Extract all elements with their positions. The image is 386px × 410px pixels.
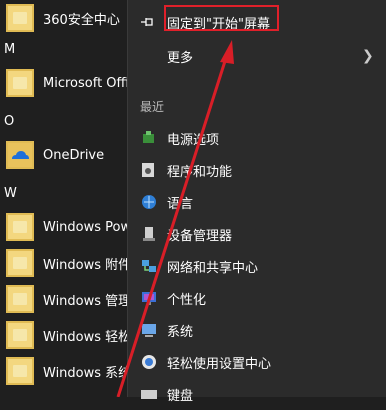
onedrive-icon (6, 141, 34, 169)
app-tile-icon (6, 69, 34, 97)
more-label: 更多 (167, 50, 194, 66)
app-item-label: Windows 管理 (43, 293, 127, 309)
app-item-label: Windows 附件 (43, 257, 127, 273)
recent-item-label: 网络和共享中心 (167, 260, 259, 276)
recent-item-label: 语言 (167, 196, 194, 212)
app-item-label: Windows Powe (43, 219, 127, 235)
personalization-icon (140, 289, 158, 307)
language-icon (140, 193, 158, 211)
programs-features-icon (140, 161, 158, 179)
keyboard-icon (140, 385, 158, 403)
app-item-label: Windows 轻松 (43, 329, 127, 345)
network-sharing-icon (140, 257, 158, 275)
highlight-box (164, 5, 279, 31)
app-item-windows-powershell[interactable]: Windows Powe (0, 209, 127, 245)
recent-section-label: 最近 (140, 100, 165, 114)
app-item-windows-ease[interactable]: Windows 轻松 (0, 317, 127, 353)
app-item-windows-system[interactable]: Windows 系统 (0, 353, 127, 389)
recent-item-label: 个性化 (167, 292, 207, 308)
recent-item-power-options[interactable]: 电源选项 (128, 122, 386, 154)
app-item-onedrive[interactable]: OneDrive (0, 137, 127, 173)
recent-item-label: 键盘 (167, 388, 194, 404)
chevron-right-icon: ❯ (362, 48, 374, 64)
system-icon (140, 321, 158, 339)
folder-icon (6, 249, 34, 277)
section-letter-w[interactable]: W (4, 186, 17, 201)
recent-item-label: 设备管理器 (167, 228, 233, 244)
ease-of-access-icon (140, 353, 158, 371)
folder-icon (6, 357, 34, 385)
app-tile-icon (6, 4, 34, 32)
app-item-label: Microsoft Office (43, 75, 127, 91)
recent-item-language[interactable]: 语言 (128, 186, 386, 218)
app-item-label: Windows 系统 (43, 365, 127, 381)
context-menu: 固定到"开始"屏幕 更多 ❯ 最近 电源选项 程序和功能 语言 设备管理器 网络… (127, 0, 386, 404)
recent-item-label: 程序和功能 (167, 164, 233, 180)
more-item[interactable]: 更多 ❯ (128, 40, 386, 72)
app-item-windows-admin[interactable]: Windows 管理 (0, 281, 127, 317)
recent-item-label: 轻松使用设置中心 (167, 356, 272, 372)
app-item-label: OneDrive (43, 147, 105, 163)
device-manager-icon (140, 225, 158, 243)
recent-item-personalization[interactable]: 个性化 (128, 282, 386, 314)
recent-item-network-sharing[interactable]: 网络和共享中心 (128, 250, 386, 282)
recent-item-ease-of-access[interactable]: 轻松使用设置中心 (128, 346, 386, 378)
app-item-windows-accessories[interactable]: Windows 附件 (0, 245, 127, 281)
app-item-label: 360安全中心 (43, 12, 120, 28)
recent-item-system[interactable]: 系统 (128, 314, 386, 346)
recent-item-label: 电源选项 (167, 132, 220, 148)
section-letter-m[interactable]: M (4, 42, 15, 57)
folder-icon (6, 285, 34, 313)
section-letter-o[interactable]: O (4, 114, 14, 129)
recent-item-device-manager[interactable]: 设备管理器 (128, 218, 386, 250)
app-item-microsoft-office[interactable]: Microsoft Office (0, 65, 127, 101)
app-item-360[interactable]: 360安全中心 (0, 0, 127, 36)
folder-icon (6, 321, 34, 349)
recent-item-keyboard[interactable]: 键盘 (128, 378, 386, 410)
power-options-icon (140, 129, 158, 147)
folder-icon (6, 213, 34, 241)
app-list: 360安全中心 M Microsoft Office O OneDrive W … (0, 0, 127, 397)
recent-item-programs-features[interactable]: 程序和功能 (128, 154, 386, 186)
recent-item-label: 系统 (167, 324, 194, 340)
pin-icon (140, 14, 156, 30)
